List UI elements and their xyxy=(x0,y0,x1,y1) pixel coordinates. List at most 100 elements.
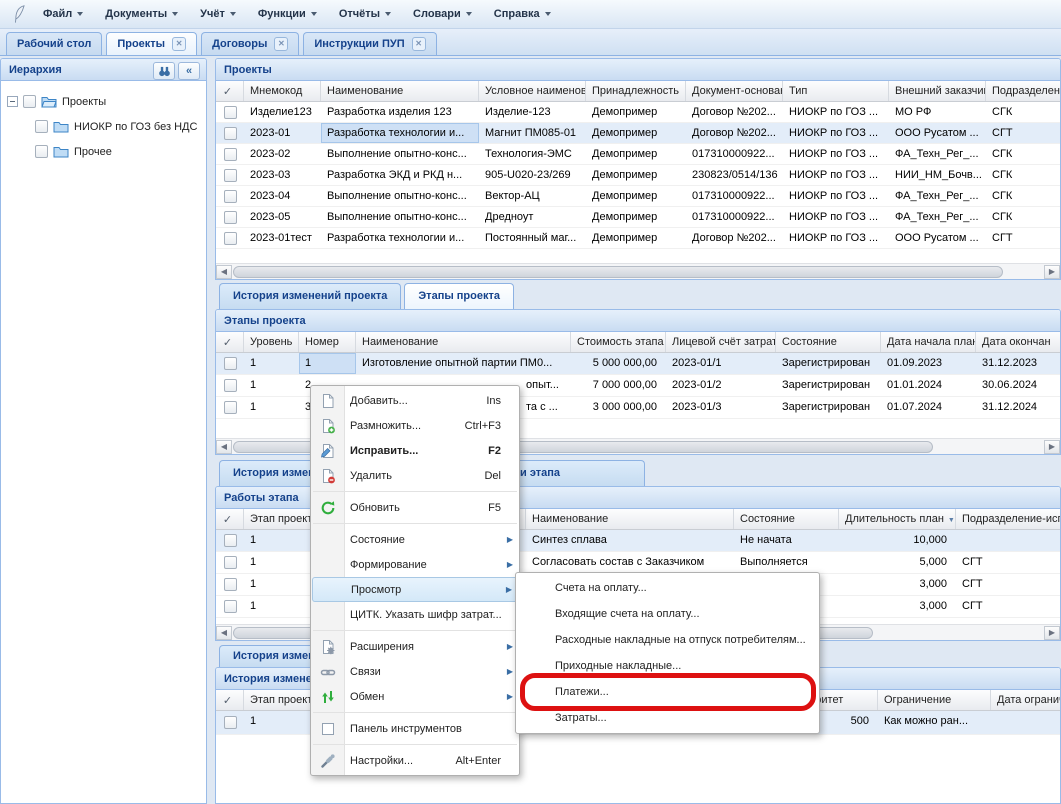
row-checkbox[interactable] xyxy=(216,207,244,227)
table-row[interactable]: 2023-05Выполнение опытно-конс...Дредноут… xyxy=(216,207,1060,228)
row-checkbox[interactable] xyxy=(216,186,244,206)
menu-item[interactable]: Расширения▶ xyxy=(311,634,519,659)
row-checkbox[interactable] xyxy=(216,144,244,164)
column-header[interactable]: Дата начала план xyxy=(881,332,976,352)
column-header[interactable]: Состояние xyxy=(776,332,881,352)
menu-item[interactable]: Приходные накладные... xyxy=(516,653,819,679)
menu-item[interactable]: Настройки...Alt+Enter xyxy=(311,748,519,773)
column-header[interactable]: Состояние xyxy=(734,509,839,529)
menu-item[interactable]: Входящие счета на оплату... xyxy=(516,601,819,627)
tree-checkbox[interactable] xyxy=(23,95,36,108)
column-header[interactable]: ✓ xyxy=(216,81,244,101)
column-header[interactable]: Подразделение-исп xyxy=(956,509,1060,529)
menu-file[interactable]: Файл xyxy=(32,4,94,24)
menu-reports[interactable]: Отчёты xyxy=(328,4,402,24)
scroll-right-icon[interactable]: ▶ xyxy=(1044,440,1060,454)
menu-item[interactable]: Связи▶ xyxy=(311,659,519,684)
menu-item[interactable]: Размножить...Ctrl+F3 xyxy=(311,413,519,438)
table-row[interactable]: 2023-04Выполнение опытно-конс...Вектор-А… xyxy=(216,186,1060,207)
row-checkbox[interactable] xyxy=(216,552,244,573)
menu-item[interactable]: Обмен▶ xyxy=(311,684,519,709)
row-checkbox[interactable] xyxy=(216,711,244,734)
close-icon[interactable]: ✕ xyxy=(412,37,426,51)
tab-projects[interactable]: Проекты✕ xyxy=(106,32,197,55)
menu-item[interactable]: УдалитьDel xyxy=(311,463,519,488)
collapse-panel-button[interactable]: « xyxy=(178,62,200,80)
column-header[interactable]: Условное наименова xyxy=(479,81,586,101)
menu-item[interactable]: Формирование▶ xyxy=(311,552,519,577)
tree-item-projects[interactable]: Проекты xyxy=(7,89,206,114)
scroll-right-icon[interactable]: ▶ xyxy=(1044,626,1060,640)
menu-item[interactable]: ЦИТК. Указать шифр затрат... xyxy=(311,602,519,627)
menu-item[interactable]: Платежи... xyxy=(516,679,819,705)
row-checkbox[interactable] xyxy=(216,123,244,143)
menu-help[interactable]: Справка xyxy=(483,4,562,24)
menu-item[interactable]: Состояние▶ xyxy=(311,527,519,552)
table-row[interactable]: 2023-02Выполнение опытно-конс...Технолог… xyxy=(216,144,1060,165)
column-header[interactable]: Ограничение xyxy=(878,690,991,710)
column-header[interactable]: Тип xyxy=(783,81,889,101)
menu-item[interactable]: Расходные накладные на отпуск потребител… xyxy=(516,627,819,653)
column-header[interactable]: Принадлежность xyxy=(586,81,686,101)
row-checkbox[interactable] xyxy=(216,228,244,248)
column-header[interactable]: Номер xyxy=(299,332,356,352)
column-header[interactable]: ✓ xyxy=(216,332,244,352)
column-header[interactable]: Уровень xyxy=(244,332,299,352)
menu-accounting[interactable]: Учёт xyxy=(189,4,247,24)
tab-project-history[interactable]: История изменений проекта xyxy=(219,283,401,309)
scroll-right-icon[interactable]: ▶ xyxy=(1044,265,1060,279)
panel-splitter[interactable] xyxy=(207,58,215,804)
tree-item-niokr[interactable]: НИОКР по ГОЗ без НДС xyxy=(7,114,206,139)
scroll-left-icon[interactable]: ◀ xyxy=(216,265,232,279)
column-header[interactable]: Документ-основан xyxy=(686,81,783,101)
menu-documents[interactable]: Документы xyxy=(94,4,189,24)
column-header[interactable]: Стоимость этапа xyxy=(571,332,666,352)
column-header[interactable]: Дата ограничения xyxy=(991,690,1060,710)
close-icon[interactable]: ✕ xyxy=(274,37,288,51)
horizontal-scrollbar[interactable]: ◀ ▶ xyxy=(216,263,1060,279)
column-header[interactable]: Дата окончан xyxy=(976,332,1060,352)
menu-item[interactable]: Счета на оплату... xyxy=(516,575,819,601)
tab-project-stages[interactable]: Этапы проекта xyxy=(404,283,514,309)
table-row[interactable]: 11Изготовление опытной партии ПМ0...5 00… xyxy=(216,353,1060,375)
menu-item[interactable]: Просмотр▶ xyxy=(312,577,518,602)
column-header[interactable]: Подразделение xyxy=(986,81,1060,101)
tab-contracts[interactable]: Договоры✕ xyxy=(201,32,299,55)
column-header[interactable]: ✓ xyxy=(216,690,244,710)
row-checkbox[interactable] xyxy=(216,596,244,617)
menu-dictionaries[interactable]: Словари xyxy=(402,4,483,24)
find-button[interactable] xyxy=(153,62,175,80)
scrollbar-thumb[interactable] xyxy=(233,266,1003,278)
tree-checkbox[interactable] xyxy=(35,120,48,133)
menu-item[interactable]: Панель инструментов xyxy=(311,716,519,741)
column-header[interactable]: Длительность план▼ xyxy=(839,509,956,529)
row-checkbox[interactable] xyxy=(216,165,244,185)
menu-functions[interactable]: Функции xyxy=(247,4,328,24)
row-checkbox[interactable] xyxy=(216,530,244,551)
column-header[interactable]: Мнемокод xyxy=(244,81,321,101)
menu-item[interactable]: Затраты... xyxy=(516,705,819,731)
row-checkbox[interactable] xyxy=(216,397,244,418)
tree-item-other[interactable]: Прочее xyxy=(7,139,206,164)
column-header[interactable]: Внешний заказчик xyxy=(889,81,986,101)
scroll-left-icon[interactable]: ◀ xyxy=(216,440,232,454)
column-header[interactable]: Наименование xyxy=(526,509,734,529)
tab-desktop[interactable]: Рабочий стол xyxy=(6,32,102,55)
tab-instructions[interactable]: Инструкции ПУП✕ xyxy=(303,32,436,55)
tree-checkbox[interactable] xyxy=(35,145,48,158)
column-header[interactable]: Лицевой счёт затрат xyxy=(666,332,776,352)
row-checkbox[interactable] xyxy=(216,102,244,122)
menu-item[interactable]: Добавить...Ins xyxy=(311,388,519,413)
table-row[interactable]: 2023-01тестРазработка технологии и...Пос… xyxy=(216,228,1060,249)
row-checkbox[interactable] xyxy=(216,375,244,396)
column-header[interactable]: ✓ xyxy=(216,509,244,529)
table-row[interactable]: Изделие123Разработка изделия 123Изделие-… xyxy=(216,102,1060,123)
table-row[interactable]: 2023-03Разработка ЭКД и РКД н...905-U020… xyxy=(216,165,1060,186)
row-checkbox[interactable] xyxy=(216,353,244,374)
close-icon[interactable]: ✕ xyxy=(172,37,186,51)
menu-item[interactable]: ОбновитьF5 xyxy=(311,495,519,520)
column-header[interactable]: Наименование xyxy=(356,332,571,352)
scroll-left-icon[interactable]: ◀ xyxy=(216,626,232,640)
row-checkbox[interactable] xyxy=(216,574,244,595)
table-row[interactable]: 2023-01Разработка технологии и...Магнит … xyxy=(216,123,1060,144)
